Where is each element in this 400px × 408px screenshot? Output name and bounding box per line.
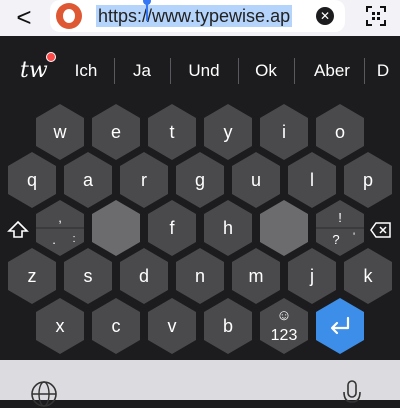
numbers-label: 123	[271, 327, 298, 344]
clear-url-button[interactable]: ✕	[316, 7, 334, 25]
key-e[interactable]: e	[92, 104, 140, 160]
punctuation-key-right[interactable]: ! ? '	[316, 200, 364, 256]
suggestion-item[interactable]: Aber	[300, 46, 364, 96]
svg-text:k: k	[364, 266, 374, 286]
key-s[interactable]: s	[64, 248, 112, 304]
key-a[interactable]: a	[64, 152, 112, 208]
suggestion-item[interactable]: Und	[176, 46, 232, 96]
suggestion-divider	[364, 58, 365, 84]
key-x[interactable]: x	[36, 298, 84, 354]
shift-icon	[7, 220, 29, 238]
key-q[interactable]: q	[8, 152, 56, 208]
key-c[interactable]: c	[92, 298, 140, 354]
svg-text:h: h	[223, 218, 233, 238]
space-key-left[interactable]	[92, 200, 140, 256]
svg-text:m: m	[249, 266, 264, 286]
punct-colon: :	[72, 233, 75, 245]
scan-qr-icon[interactable]	[366, 6, 386, 26]
svg-text:c: c	[112, 316, 121, 336]
svg-text:y: y	[224, 122, 233, 142]
key-i[interactable]: i	[260, 104, 308, 160]
svg-text:d: d	[139, 266, 149, 286]
suggestion-divider	[294, 58, 295, 84]
key-n[interactable]: n	[176, 248, 224, 304]
punct-apostrophe: '	[353, 231, 355, 243]
svg-text:q: q	[27, 170, 37, 190]
suggestion-divider	[238, 58, 239, 84]
svg-text:e: e	[111, 122, 121, 142]
key-f[interactable]: f	[148, 200, 196, 256]
key-y[interactable]: y	[204, 104, 252, 160]
svg-text:j: j	[309, 266, 314, 286]
shift-key[interactable]	[7, 220, 29, 238]
browser-address-bar: < https://www.typewise.ap ✕	[0, 0, 400, 36]
suggestion-item[interactable]: Ok	[244, 46, 288, 96]
key-l[interactable]: l	[288, 152, 336, 208]
punct-comma: ,	[58, 210, 62, 225]
key-u[interactable]: u	[232, 152, 280, 208]
typewise-logo[interactable]: tw	[20, 58, 52, 86]
suggestion-bar: tw Ich Ja Und Ok Aber D	[0, 46, 400, 96]
punctuation-key-left[interactable]: , . :	[36, 200, 84, 256]
svg-text:z: z	[28, 266, 37, 286]
suggestion-divider	[114, 58, 115, 84]
emoji-icon: ☺	[276, 307, 291, 324]
notification-dot	[46, 52, 56, 62]
svg-text:o: o	[335, 122, 345, 142]
space-key-right[interactable]	[260, 200, 308, 256]
svg-text:r: r	[141, 170, 147, 190]
backspace-icon	[370, 222, 391, 238]
duckduckgo-icon	[56, 3, 82, 29]
svg-text:n: n	[195, 266, 205, 286]
key-h[interactable]: h	[204, 200, 252, 256]
svg-text:b: b	[223, 316, 233, 336]
svg-text:t: t	[169, 122, 174, 142]
key-g[interactable]: g	[176, 152, 224, 208]
keyboard-bottom-bar	[0, 360, 400, 407]
key-d[interactable]: d	[120, 248, 168, 304]
url-field[interactable]: https://www.typewise.ap ✕	[50, 0, 345, 32]
close-icon: ✕	[319, 9, 331, 23]
numbers-emoji-key[interactable]: ☺ 123	[260, 298, 308, 354]
key-z[interactable]: z	[8, 248, 56, 304]
suggestion-item[interactable]: Ja	[120, 46, 164, 96]
key-o[interactable]: o	[316, 104, 364, 160]
svg-text:w: w	[53, 122, 68, 142]
key-m[interactable]: m	[232, 248, 280, 304]
svg-text:p: p	[363, 170, 373, 190]
suggestion-item[interactable]: Ich	[64, 46, 108, 96]
key-k[interactable]: k	[344, 248, 392, 304]
key-b[interactable]: b	[204, 298, 252, 354]
svg-text:l: l	[310, 170, 314, 190]
svg-text:g: g	[195, 170, 205, 190]
delete-key[interactable]	[370, 222, 391, 238]
punct-period: .	[52, 232, 56, 247]
key-j[interactable]: j	[288, 248, 336, 304]
hex-keyboard: w e t y i o q a r g u l p , . : f h ! ? …	[7, 104, 392, 354]
key-t[interactable]: t	[148, 104, 196, 160]
svg-text:u: u	[251, 170, 261, 190]
globe-icon[interactable]	[30, 380, 58, 408]
key-w[interactable]: w	[36, 104, 84, 160]
suggestion-divider	[170, 58, 171, 84]
punct-question: ?	[332, 232, 339, 247]
svg-text:x: x	[56, 316, 65, 336]
key-r[interactable]: r	[120, 152, 168, 208]
return-key[interactable]	[316, 298, 364, 354]
svg-text:v: v	[168, 316, 177, 336]
key-p[interactable]: p	[344, 152, 392, 208]
svg-text:s: s	[84, 266, 93, 286]
microphone-icon[interactable]	[342, 380, 362, 408]
suggestion-item[interactable]: D	[368, 46, 398, 96]
key-v[interactable]: v	[148, 298, 196, 354]
svg-text:i: i	[282, 122, 286, 142]
svg-text:a: a	[83, 170, 94, 190]
url-text[interactable]: https://www.typewise.ap	[96, 5, 293, 27]
back-button[interactable]: <	[14, 4, 34, 30]
chevron-left-icon: <	[16, 2, 32, 32]
punct-exclamation: !	[338, 210, 342, 225]
